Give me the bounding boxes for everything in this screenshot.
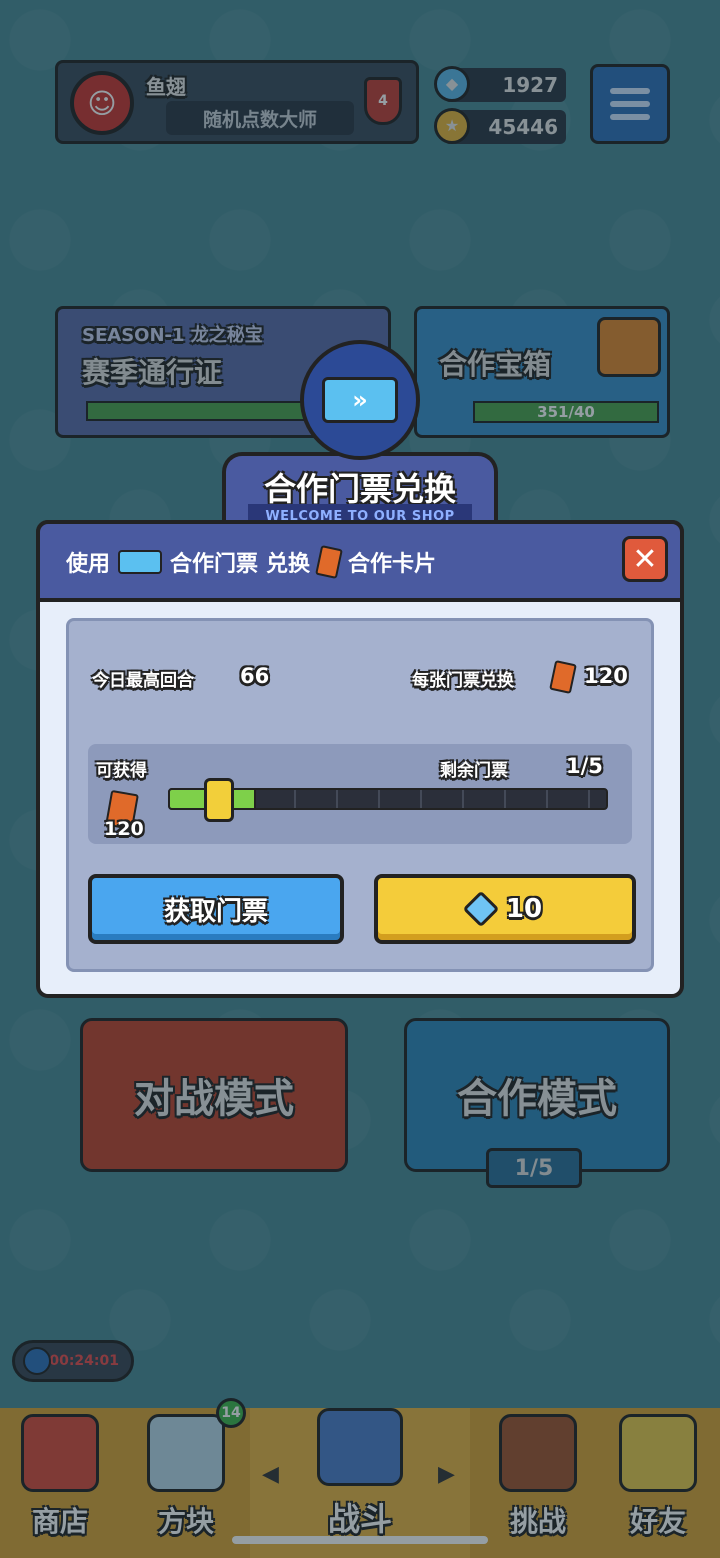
ticket-icon: » <box>322 377 398 423</box>
card-label: 合作卡片 <box>348 552 437 577</box>
per-ticket-value: 120 <box>584 664 628 688</box>
card-icon <box>315 545 343 579</box>
remaining-value: 1/5 <box>566 754 603 778</box>
gem-icon <box>462 890 500 928</box>
buy-button[interactable]: 10 <box>374 874 636 944</box>
today-best-label: 今日最高回合 <box>92 671 194 691</box>
use-label: 使用 <box>66 552 111 577</box>
remaining-label: 剩余门票 <box>440 761 508 781</box>
ticket-small-icon <box>118 550 163 574</box>
today-best-value: 66 <box>240 664 270 688</box>
exchange-label: 兑换 <box>266 552 311 577</box>
get-ticket-button[interactable]: 获取门票 <box>88 874 344 944</box>
ticket-label: 合作门票 <box>170 552 259 577</box>
close-button[interactable]: ✕ <box>622 536 668 582</box>
get-ticket-label: 获取门票 <box>163 896 268 927</box>
ticket-slider-thumb[interactable] <box>204 778 234 822</box>
per-ticket-label: 每张门票兑换 <box>412 671 514 691</box>
obtainable-label: 可获得 <box>96 761 147 781</box>
obtainable-value: 120 <box>104 818 144 840</box>
close-icon: ✕ <box>632 541 658 577</box>
ticket-badge: » <box>300 340 420 460</box>
exchange-description: 使用 合作门票 兑换 合作卡片 <box>66 545 437 579</box>
buy-price: 10 <box>505 894 543 924</box>
